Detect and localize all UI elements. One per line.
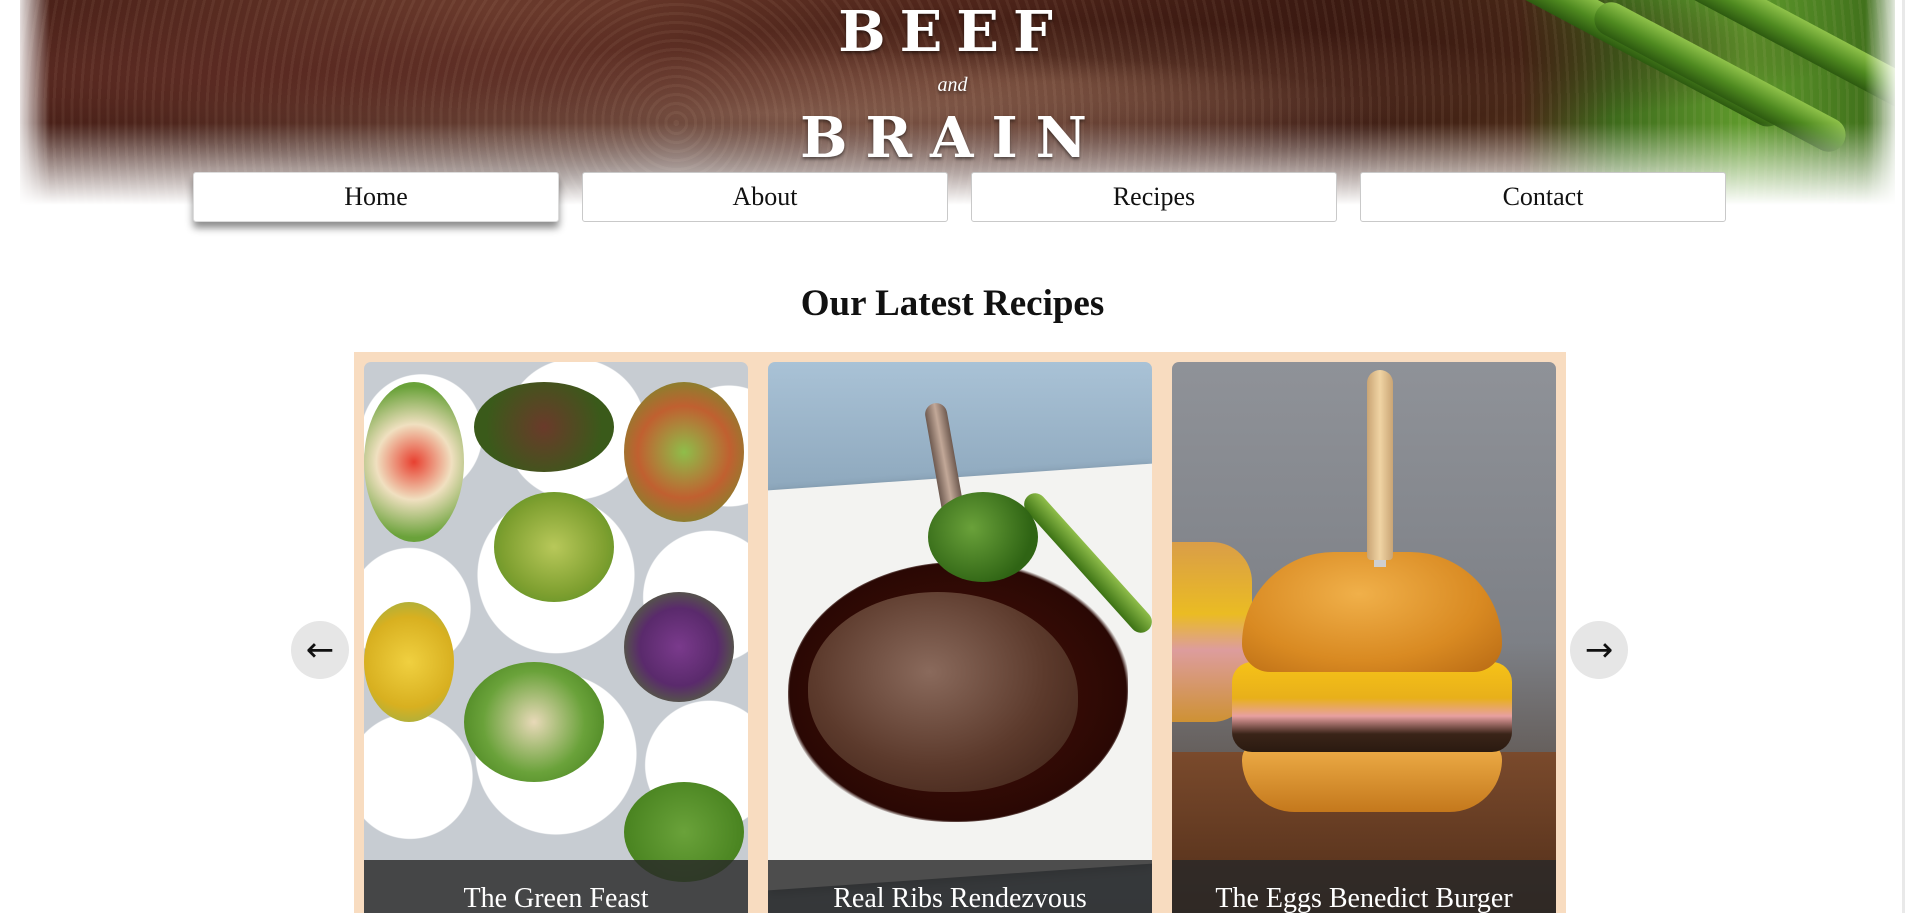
recipe-carousel: The Green Feast Real Ribs Rendezvous The… xyxy=(354,352,1566,913)
burger-filling xyxy=(1232,662,1512,752)
salad-bowl xyxy=(364,382,464,542)
nav-home[interactable]: Home xyxy=(193,172,559,222)
carousel-prev-button[interactable]: ← xyxy=(291,621,349,679)
logo-word-and: and xyxy=(937,74,968,96)
recipe-card-title: The Green Feast xyxy=(364,860,748,913)
nav-about[interactable]: About xyxy=(582,172,948,222)
salad-bowls-image xyxy=(364,362,748,913)
salad-bowl xyxy=(624,592,734,702)
bun-top xyxy=(1242,552,1502,672)
salad-bowl xyxy=(624,382,744,522)
carousel-next-button[interactable]: → xyxy=(1570,621,1628,679)
nav-contact[interactable]: Contact xyxy=(1360,172,1726,222)
bun-bottom xyxy=(1242,742,1502,812)
page: BEEF and BRAIN Home About Recipes Contac… xyxy=(0,0,1905,913)
steak-plate-image xyxy=(768,362,1152,913)
burger-image xyxy=(1172,362,1556,913)
recipe-card[interactable]: Real Ribs Rendezvous xyxy=(768,362,1152,913)
logo-word-brain: BRAIN xyxy=(800,105,1105,171)
knife-handle xyxy=(1367,370,1393,560)
steak xyxy=(808,592,1078,792)
nav-recipes[interactable]: Recipes xyxy=(971,172,1337,222)
logo-word-beef: BEEF xyxy=(838,0,1067,65)
broccolini xyxy=(928,492,1038,582)
salad-bowl xyxy=(494,492,614,602)
arrow-left-icon: ← xyxy=(305,630,335,670)
recipe-card[interactable]: The Green Feast xyxy=(364,362,748,913)
salad-bowl xyxy=(474,382,614,472)
recipe-card[interactable]: The Eggs Benedict Burger xyxy=(1172,362,1556,913)
recipe-card-title: Real Ribs Rendezvous xyxy=(768,860,1152,913)
arrow-right-icon: → xyxy=(1584,630,1614,670)
main-nav: Home About Recipes Contact xyxy=(0,172,1905,226)
recipe-card-title: The Eggs Benedict Burger xyxy=(1172,860,1556,913)
latest-recipes-heading: Our Latest Recipes xyxy=(800,283,1105,324)
salad-bowl xyxy=(464,662,604,782)
salad-bowl xyxy=(364,602,454,722)
